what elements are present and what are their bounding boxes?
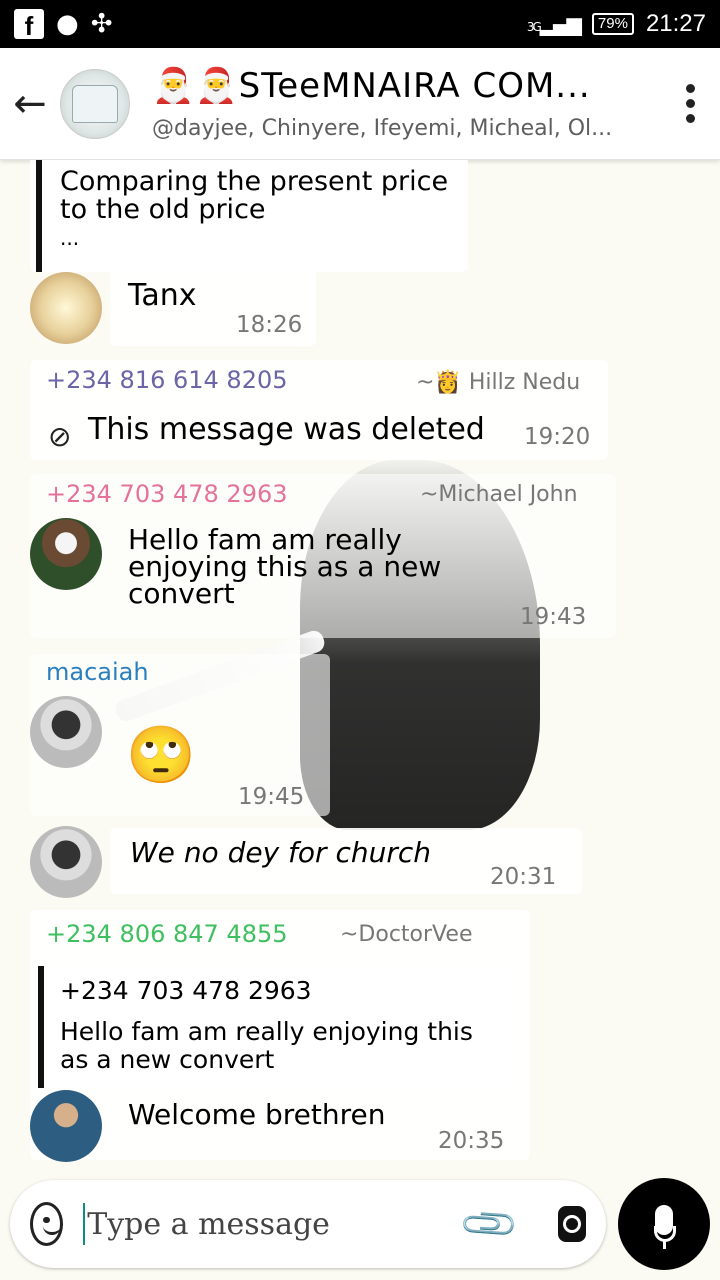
avatar[interactable] [30, 518, 102, 590]
sender-alias: ~Michael John [420, 482, 578, 507]
facebook-icon: f [14, 9, 44, 39]
group-avatar[interactable] [60, 68, 130, 139]
blocked-icon: ⊘ [48, 420, 72, 453]
avatar[interactable] [30, 696, 102, 768]
paperclip-icon[interactable]: 📎 [457, 1191, 522, 1256]
message-time: 19:20 [524, 424, 591, 450]
emoji-message: 🙄 [126, 723, 196, 788]
message-time: 20:35 [438, 1128, 505, 1154]
avatar[interactable] [30, 1090, 102, 1162]
quote-text: Hello fam am really enjoying this as a n… [60, 1018, 473, 1074]
message-time: 20:31 [490, 864, 557, 890]
message-time: 19:45 [238, 784, 305, 810]
message-text: Tanx [128, 278, 197, 313]
sender-number[interactable]: +234 816 614 8205 [46, 366, 288, 394]
quote-line: Comparing the present price [60, 166, 449, 197]
quote-line: Hello fam am really enjoying this [60, 1017, 473, 1046]
pinwheel-icon: ✣ [90, 9, 113, 39]
quoted-message[interactable]: +234 703 478 2963 Hello fam am really en… [38, 966, 518, 1088]
message-text: We no dey for church [130, 836, 431, 869]
message-time: 18:26 [236, 312, 303, 338]
message-text: This message was deleted [88, 412, 485, 447]
more-options-icon[interactable] [660, 48, 720, 160]
sender-name[interactable]: macaiah [46, 658, 149, 686]
quoted-message[interactable]: Comparing the present price to the old p… [36, 160, 466, 272]
group-members: @dayjee, Chinyere, Ifeyemi, Micheal, Ol.… [152, 116, 613, 141]
chat-area[interactable]: Comparing the present price to the old p… [0, 160, 720, 1170]
sender-alias: ~DoctorVee [340, 922, 473, 947]
message-line: enjoying this as a new [128, 550, 442, 583]
quote-line: to the old price [60, 194, 266, 225]
avatar[interactable] [30, 272, 102, 344]
message-bubble[interactable]: +234 816 614 8205 ~👸 Hillz Nedu ⊘ This m… [30, 360, 608, 460]
quote-sender: +234 703 478 2963 [60, 976, 312, 1005]
network-signal-icon: 3G▂▄▆ [526, 12, 582, 36]
avatar[interactable] [30, 826, 102, 898]
title-text: STeeMNAIRA COM... [238, 66, 591, 106]
message-composer: 📎 [10, 1180, 606, 1268]
message-text: Hello fam am really enjoying this as a n… [128, 523, 442, 610]
title-emoji: 🎅🎅 [152, 66, 239, 106]
back-arrow-icon[interactable]: ← [0, 48, 60, 160]
sender-number[interactable]: +234 703 478 2963 [46, 480, 288, 508]
status-bar: f ● ✣ 3G▂▄▆ 79% 21:27 [0, 0, 720, 48]
sender-alias: ~👸 Hillz Nedu [416, 370, 581, 395]
message-input[interactable] [87, 1206, 467, 1242]
text-cursor [83, 1203, 86, 1245]
quote-line: ... [60, 226, 80, 250]
chat-header: ← 🎅🎅STeeMNAIRA COM... @dayjee, Chinyere,… [0, 48, 720, 160]
group-title: 🎅🎅STeeMNAIRA COM... [152, 66, 642, 106]
facebook-glyph: f [24, 11, 34, 39]
message-text: Welcome brethren [128, 1098, 386, 1131]
network-type: 3G [526, 20, 542, 34]
quote-line: as a new convert [60, 1045, 275, 1074]
message-line: convert [128, 577, 235, 610]
microphone-button[interactable] [618, 1178, 710, 1270]
message-time: 19:43 [520, 604, 587, 630]
chat-header-info[interactable]: 🎅🎅STeeMNAIRA COM... @dayjee, Chinyere, I… [152, 66, 660, 141]
clock-time: 21:27 [645, 10, 706, 37]
sender-number[interactable]: +234 806 847 4855 [46, 920, 288, 948]
camera-icon[interactable] [557, 1206, 587, 1242]
battery-level: 79% [591, 13, 634, 35]
emoji-icon[interactable] [30, 1202, 64, 1246]
tshirt-icon [72, 84, 118, 123]
message-line: Hello fam am really [128, 523, 402, 556]
message-bubble[interactable]: Tanx 18:26 [110, 270, 316, 346]
messenger-icon: ● [56, 9, 79, 39]
